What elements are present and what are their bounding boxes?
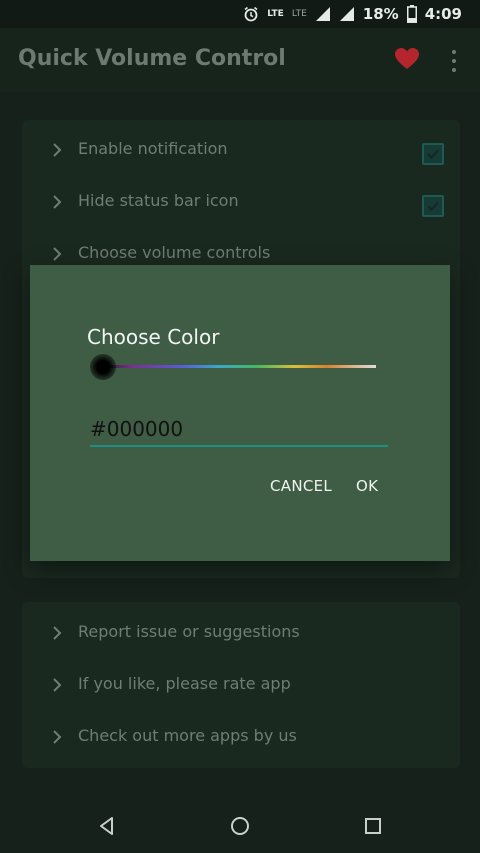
row-rate-app[interactable]: If you like, please rate app bbox=[22, 660, 460, 712]
app-title: Quick Volume Control bbox=[18, 46, 286, 71]
choose-color-dialog: Choose Color CANCEL OK bbox=[30, 265, 450, 561]
chevron-right-icon bbox=[53, 195, 62, 209]
about-card: Report issue or suggestions If you like,… bbox=[22, 602, 460, 768]
lte-indicator-1: LTE bbox=[267, 9, 284, 19]
row-more-apps[interactable]: Check out more apps by us bbox=[22, 712, 460, 764]
row-label: Choose volume controls bbox=[78, 243, 271, 262]
row-enable-notification[interactable]: Enable notification bbox=[22, 125, 460, 177]
hide-status-bar-checkbox[interactable] bbox=[422, 195, 444, 217]
dialog-title: Choose Color bbox=[87, 325, 220, 349]
signal-icon-2 bbox=[339, 7, 354, 21]
row-label: Enable notification bbox=[78, 139, 228, 158]
row-label: Check out more apps by us bbox=[78, 726, 297, 745]
check-icon bbox=[427, 201, 439, 212]
battery-percent: 18% bbox=[362, 5, 399, 23]
chevron-right-icon bbox=[53, 143, 62, 157]
ok-button[interactable]: OK bbox=[356, 477, 378, 501]
check-icon bbox=[427, 149, 439, 160]
row-report-issue[interactable]: Report issue or suggestions bbox=[22, 608, 460, 660]
chevron-right-icon bbox=[53, 730, 62, 744]
more-vert-icon[interactable] bbox=[448, 50, 460, 72]
recents-icon[interactable] bbox=[362, 815, 384, 837]
signal-icon-1 bbox=[315, 7, 330, 21]
hue-slider-thumb[interactable] bbox=[90, 354, 116, 380]
heart-icon[interactable] bbox=[394, 47, 420, 71]
home-icon[interactable] bbox=[229, 815, 251, 837]
chevron-right-icon bbox=[53, 247, 62, 261]
hex-color-input[interactable] bbox=[90, 413, 388, 447]
chevron-right-icon bbox=[53, 626, 62, 640]
status-icons: LTE LTE 18% 4:09 bbox=[243, 0, 462, 28]
row-label: Report issue or suggestions bbox=[78, 622, 300, 641]
enable-notification-checkbox[interactable] bbox=[422, 143, 444, 165]
battery-icon bbox=[406, 5, 417, 23]
cancel-button[interactable]: CANCEL bbox=[270, 477, 332, 501]
row-label: Hide status bar icon bbox=[78, 191, 239, 210]
clock: 4:09 bbox=[424, 5, 462, 23]
navigation-bar bbox=[0, 797, 480, 853]
chevron-right-icon bbox=[53, 678, 62, 692]
row-label: If you like, please rate app bbox=[78, 674, 291, 693]
hue-slider-track[interactable] bbox=[104, 365, 376, 368]
status-bar: LTE LTE 18% 4:09 bbox=[0, 0, 480, 28]
row-hide-status-bar-icon[interactable]: Hide status bar icon bbox=[22, 177, 460, 229]
alarm-icon bbox=[244, 6, 258, 22]
lte-indicator-2: LTE bbox=[291, 9, 307, 19]
back-icon[interactable] bbox=[96, 815, 118, 837]
